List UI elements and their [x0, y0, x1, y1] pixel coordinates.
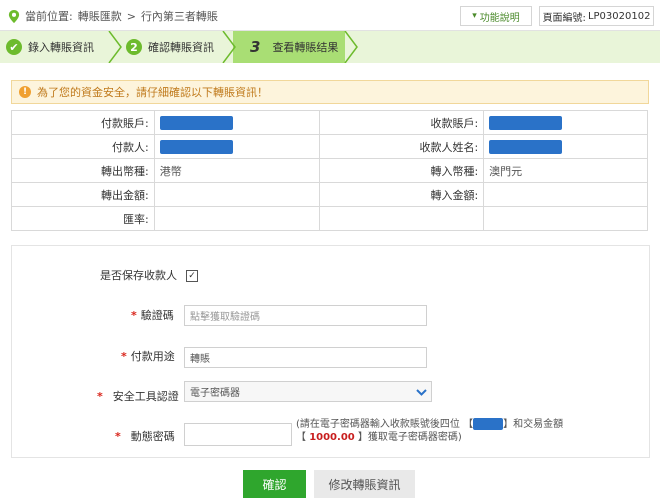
step-2-label: 確認轉賬資訊 — [148, 41, 214, 54]
table-row: 付款人: 收款人姓名: — [11, 134, 648, 159]
table-row: 付款賬戶: 收款賬戶: — [11, 110, 648, 135]
captcha-input[interactable]: 點擊獲取驗證碼 — [184, 305, 427, 326]
security-tool-label: 安全工具認證 — [112, 390, 179, 403]
progress-steps: ✔ 錄入轉賬資訊 2 確認轉賬資訊 3 查看轉賬结果 — [0, 31, 660, 63]
payee-account-label: 收款賬戶: — [318, 110, 485, 135]
in-amount-value — [483, 182, 648, 207]
save-payee-label: 是否保存收款人 — [100, 269, 177, 282]
purpose-label: 付款用途 — [130, 350, 175, 363]
out-currency-label: 轉出幣種: — [11, 158, 155, 183]
masked-value — [159, 139, 233, 154]
step-1: ✔ 錄入轉賬資訊 — [6, 31, 94, 63]
payee-account-value — [483, 110, 648, 135]
security-tool-row: * 安全工具認證 — [97, 388, 179, 404]
page-number: 頁面編號: LP03020102 — [539, 6, 654, 26]
masked-value — [159, 115, 233, 130]
dynamic-pwd-hint: (請在電子密碼器輸入收款賬號後四位 【 】和交易金額 【 1000.00 】獲取電… — [296, 418, 636, 444]
step-2: 2 確認轉賬資訊 — [126, 31, 214, 63]
step-2-number: 2 — [126, 39, 142, 55]
hint-part1: (請在電子密碼器輸入收款賬號後四位 — [296, 419, 460, 430]
rate-label: 匯率: — [11, 206, 155, 231]
masked-value — [489, 115, 563, 130]
security-tool-value: 電子密碼器 — [190, 388, 240, 399]
step-3-number: 3 — [250, 38, 261, 56]
payer-account-value — [153, 110, 320, 135]
payer-value — [153, 134, 320, 159]
page-number-label: 頁面編號: — [542, 12, 586, 24]
step-3: 3 查看轉賬结果 — [250, 31, 338, 63]
dynamic-pwd-input[interactable] — [184, 423, 292, 446]
empty-cell — [318, 206, 485, 231]
page-number-value: LP03020102 — [587, 10, 651, 22]
breadcrumb-item-transfer[interactable]: 轉賬匯款 — [78, 8, 122, 24]
chevron-down-icon — [411, 382, 431, 403]
in-currency-value: 澳門元 — [483, 158, 648, 183]
step-1-label: 錄入轉賬資訊 — [28, 41, 94, 54]
location-pin-icon — [8, 9, 20, 23]
security-tool-select[interactable]: 電子密碼器 — [184, 381, 432, 402]
hint-bracket-open: 【 — [463, 419, 474, 430]
help-button-label: 功能說明 — [479, 12, 520, 24]
hint-amount: 1000.00 — [309, 432, 355, 443]
security-notice-text: 為了您的資金安全，請仔細確認以下轉賬資訊！ — [37, 86, 268, 99]
hint-part2: 】和交易金額 — [503, 419, 564, 430]
required-icon: * — [115, 429, 121, 443]
save-payee-row: 是否保存收款人 — [100, 267, 177, 283]
purpose-value: 轉賬 — [190, 354, 210, 365]
masked-value — [489, 139, 563, 154]
step-chevron-icon — [344, 31, 358, 63]
payee-name-value — [483, 134, 648, 159]
step-3-label: 查看轉賬结果 — [272, 41, 339, 54]
required-icon: * — [121, 349, 127, 363]
dynamic-pwd-row: * 動態密碼 — [115, 428, 175, 444]
required-icon: * — [131, 308, 137, 322]
top-bar: 當前位置: 轉賬匯款 > 行內第三者轉賬 ▾ 功能說明 頁面編號: LP0302… — [0, 0, 660, 31]
out-currency-value: 港幣 — [153, 158, 320, 183]
masked-value — [473, 418, 504, 430]
purpose-input[interactable]: 轉賬 — [184, 347, 427, 368]
captcha-placeholder: 點擊獲取驗證碼 — [190, 312, 260, 323]
table-row: 匯率: — [11, 206, 648, 231]
hint-part3: 【 — [296, 432, 306, 443]
out-amount-label: 轉出金額: — [11, 182, 155, 207]
rate-value — [153, 206, 320, 231]
out-amount-value — [153, 182, 320, 207]
in-currency-label: 轉入幣種: — [318, 158, 485, 183]
help-button[interactable]: ▾ 功能說明 — [460, 6, 532, 26]
hint-part4: 】獲取電子密碼器密碼) — [357, 432, 462, 443]
purpose-row: * 付款用途 — [121, 348, 175, 364]
step-chevron-icon — [222, 31, 236, 63]
in-amount-label: 轉入金額: — [318, 182, 485, 207]
modify-transfer-button[interactable]: 修改轉賬資訊 — [314, 470, 415, 498]
payee-name-label: 收款人姓名: — [318, 134, 485, 159]
breadcrumb-separator: > — [126, 9, 136, 23]
save-payee-checkbox[interactable]: ✓ — [186, 270, 198, 282]
table-row: 轉出幣種: 港幣 轉入幣種: 澳門元 — [11, 158, 648, 183]
location-label: 當前位置: — [25, 10, 73, 23]
captcha-label: 驗證碼 — [140, 309, 174, 322]
empty-cell — [483, 206, 648, 231]
captcha-row: * 驗證碼 — [131, 307, 174, 323]
dynamic-pwd-label: 動態密碼 — [130, 430, 175, 443]
step-chevron-icon — [108, 31, 122, 63]
confirm-button[interactable]: 確認 — [243, 470, 306, 498]
warning-icon: ! — [19, 86, 31, 98]
payer-account-label: 付款賬戶: — [11, 110, 155, 135]
chevron-down-icon: ▾ — [472, 11, 477, 21]
breadcrumb-item-third-party-transfer: 行內第三者轉賬 — [140, 10, 218, 23]
required-icon: * — [97, 389, 103, 403]
check-icon: ✔ — [6, 39, 22, 55]
table-row: 轉出金額: 轉入金額: — [11, 182, 648, 207]
security-notice: ! 為了您的資金安全，請仔細確認以下轉賬資訊！ — [11, 80, 649, 104]
transfer-info-table: 付款賬戶: 收款賬戶: 付款人: 收款人姓名: 轉出幣種: 港幣 轉入幣種: 澳… — [11, 110, 648, 231]
breadcrumb: 當前位置: 轉賬匯款 > 行內第三者轉賬 — [8, 8, 218, 24]
payer-label: 付款人: — [11, 134, 155, 159]
